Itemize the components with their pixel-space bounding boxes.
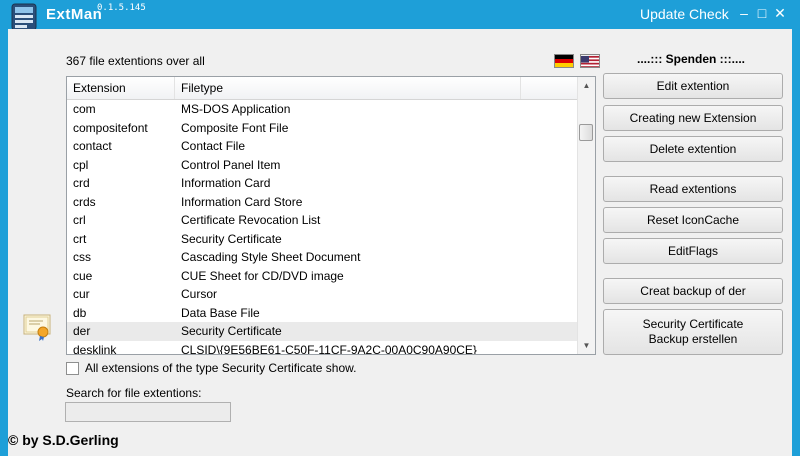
filter-checkbox-row[interactable]: All extensions of the type Security Cert… bbox=[66, 361, 357, 376]
maximize-button[interactable]: □ bbox=[754, 5, 770, 21]
row-extension: cur bbox=[73, 287, 90, 301]
column-header-filetype[interactable]: Filetype bbox=[175, 77, 521, 99]
table-row[interactable]: cpl Control Panel Item bbox=[67, 156, 579, 175]
table-row[interactable]: css Cascading Style Sheet Document bbox=[67, 248, 579, 267]
row-filetype: Composite Font File bbox=[181, 120, 289, 135]
row-filetype: Information Card Store bbox=[181, 194, 303, 209]
row-filetype: CUE Sheet for CD/DVD image bbox=[181, 268, 344, 283]
row-extension: desklink bbox=[73, 342, 117, 355]
app-icon bbox=[10, 2, 38, 32]
row-extension: cue bbox=[73, 268, 93, 283]
row-filetype: Contact File bbox=[181, 139, 246, 153]
row-extension: crd bbox=[73, 176, 90, 190]
extensions-listview[interactable]: Extension Filetype com MS-DOS Application… bbox=[66, 76, 596, 355]
search-input[interactable] bbox=[65, 402, 231, 422]
table-row[interactable]: crl Certificate Revocation List bbox=[67, 211, 579, 230]
row-filetype: Data Base File bbox=[181, 305, 260, 320]
cert-backup-line2: Backup erstellen bbox=[648, 332, 738, 346]
scrollbar-thumb[interactable] bbox=[579, 124, 593, 141]
row-extension: crl bbox=[73, 213, 86, 227]
row-extension: compositefont bbox=[73, 120, 148, 135]
type-filter-label: All extensions of the type Security Cert… bbox=[85, 361, 357, 375]
table-row[interactable]: desklink CLSID\{9E56BE61-C50F-11CF-9A2C-0… bbox=[67, 341, 579, 355]
cert-backup-line1: Security Certificate bbox=[642, 317, 744, 331]
app-window: ExtMan 0.1.5.145 Update Check – □ ✕ 367 … bbox=[0, 0, 800, 456]
version-label: 0.1.5.145 bbox=[97, 3, 146, 13]
row-extension: contact bbox=[73, 139, 112, 153]
type-filter-checkbox[interactable] bbox=[66, 362, 79, 376]
table-row[interactable]: crt Security Certificate bbox=[67, 230, 579, 249]
create-backup-button[interactable]: Creat backup of der bbox=[603, 278, 783, 304]
scroll-down-icon[interactable]: ▼ bbox=[578, 337, 595, 354]
table-row[interactable]: crd Information Card bbox=[67, 174, 579, 193]
create-extension-button[interactable]: Creating new Extension bbox=[603, 105, 783, 131]
donate-link[interactable]: ....::: Spenden :::.... bbox=[637, 52, 745, 66]
row-extension: crds bbox=[73, 194, 96, 209]
column-header-extension[interactable]: Extension bbox=[67, 77, 175, 99]
usa-flag-icon[interactable] bbox=[580, 54, 600, 68]
row-extension: cpl bbox=[73, 157, 89, 172]
read-extensions-button[interactable]: Read extentions bbox=[603, 176, 783, 202]
list-body: com MS-DOS Application compositefont Compos… bbox=[67, 100, 579, 355]
certificate-icon bbox=[22, 310, 54, 342]
row-extension: css bbox=[73, 250, 91, 264]
cert-backup-button[interactable]: Security Certificate Backup erstellen bbox=[603, 309, 783, 355]
editflags-button[interactable]: EditFlags bbox=[603, 238, 783, 264]
row-filetype: MS-DOS Application bbox=[181, 102, 291, 116]
delete-extension-button[interactable]: Delete extention bbox=[603, 136, 783, 162]
row-filetype: Cursor bbox=[181, 287, 218, 301]
row-filetype: Certificate Revocation List bbox=[181, 213, 321, 227]
row-filetype: Control Panel Item bbox=[181, 157, 281, 172]
column-header-empty bbox=[521, 77, 579, 99]
row-extension: der bbox=[73, 324, 91, 338]
file-count-label: 367 file extentions over all bbox=[66, 54, 205, 68]
table-row[interactable]: compositefont Composite Font File bbox=[67, 119, 579, 138]
vertical-scrollbar[interactable]: ▲ ▼ bbox=[577, 77, 595, 354]
search-label: Search for file extentions: bbox=[66, 386, 202, 400]
row-filetype: CLSID\{9E56BE61-C50F-11CF-9A2C-00A0C90A9… bbox=[181, 342, 477, 355]
table-row[interactable]: cue CUE Sheet for CD/DVD image bbox=[67, 267, 579, 286]
copyright-label: © by S.D.Gerling bbox=[8, 432, 119, 448]
germany-flag-icon[interactable] bbox=[554, 54, 574, 68]
table-row[interactable]: der Security Certificate bbox=[67, 322, 579, 341]
row-filetype: Security Certificate bbox=[181, 231, 282, 246]
row-filetype: Information Card bbox=[181, 176, 271, 190]
table-row[interactable]: db Data Base File bbox=[67, 304, 579, 323]
window-title: ExtMan bbox=[46, 6, 103, 23]
row-extension: db bbox=[73, 305, 87, 320]
scroll-up-icon[interactable]: ▲ bbox=[578, 77, 595, 94]
reset-iconcache-button[interactable]: Reset IconCache bbox=[603, 207, 783, 233]
row-filetype: Security Certificate bbox=[181, 324, 282, 338]
table-row[interactable]: com MS-DOS Application bbox=[67, 100, 579, 119]
list-header: Extension Filetype bbox=[67, 77, 579, 100]
row-extension: crt bbox=[73, 231, 87, 246]
minimize-button[interactable]: – bbox=[736, 5, 752, 21]
title-bar[interactable]: ExtMan 0.1.5.145 Update Check – □ ✕ bbox=[0, 0, 800, 32]
table-row[interactable]: crds Information Card Store bbox=[67, 193, 579, 212]
update-check-link[interactable]: Update Check bbox=[640, 6, 729, 22]
table-row[interactable]: contact Contact File bbox=[67, 137, 579, 156]
close-button[interactable]: ✕ bbox=[772, 5, 788, 21]
edit-extension-button[interactable]: Edit extention bbox=[603, 73, 783, 99]
row-extension: com bbox=[73, 102, 96, 116]
table-row[interactable]: cur Cursor bbox=[67, 285, 579, 304]
row-filetype: Cascading Style Sheet Document bbox=[181, 250, 361, 264]
